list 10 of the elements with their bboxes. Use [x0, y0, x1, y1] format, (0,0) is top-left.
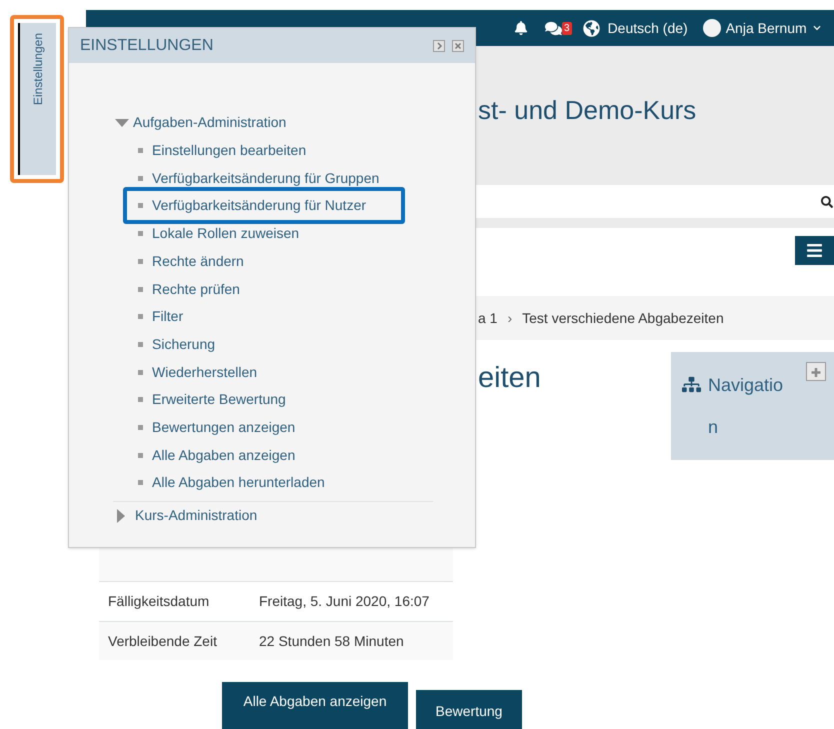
page-heading: eiten — [478, 362, 541, 394]
course-title: st- und Demo-Kurs — [478, 95, 696, 125]
table-cell-text: 22 Stunden 58 Minuten — [259, 632, 404, 650]
block-title: Navigation — [708, 374, 784, 439]
table-cell-text: Verbleibende Zeit — [107, 632, 218, 650]
panel-title: EINSTELLUNGEN — [80, 36, 214, 56]
breadcrumb-separator: › — [507, 308, 512, 328]
table-cell-text: Freitag, 5. Juni 2020, 16:07 — [259, 592, 430, 611]
table-cell-text: Fälligkeitsdatum — [107, 592, 210, 611]
message-badge: 3 — [562, 22, 572, 34]
